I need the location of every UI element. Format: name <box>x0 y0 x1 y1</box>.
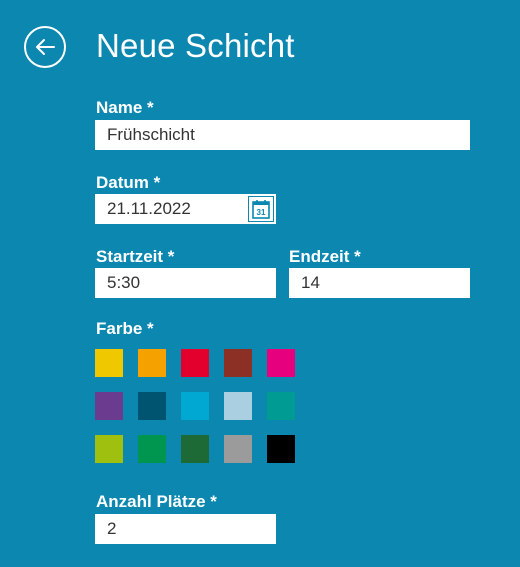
date-field[interactable] <box>95 194 245 224</box>
end-time-label: Endzeit * <box>289 247 361 266</box>
end-time-field[interactable] <box>289 268 470 298</box>
date-picker: 31 <box>95 194 276 224</box>
color-swatch[interactable] <box>224 349 252 377</box>
arrow-left-icon <box>36 39 55 55</box>
color-swatch[interactable] <box>138 435 166 463</box>
name-field[interactable] <box>95 120 470 150</box>
color-swatch[interactable] <box>267 392 295 420</box>
color-swatch[interactable] <box>224 392 252 420</box>
calendar-button[interactable]: 31 <box>248 196 274 222</box>
page-title: Neue Schicht <box>96 27 295 64</box>
seats-field[interactable] <box>95 514 276 544</box>
seats-label: Anzahl Plätze * <box>96 492 217 511</box>
calendar-icon: 31 <box>252 200 270 219</box>
start-time-field[interactable] <box>95 268 276 298</box>
color-swatch[interactable] <box>181 349 209 377</box>
color-swatch[interactable] <box>181 392 209 420</box>
color-swatch[interactable] <box>95 435 123 463</box>
color-label: Farbe * <box>96 319 154 338</box>
color-swatch[interactable] <box>267 435 295 463</box>
date-label: Datum * <box>96 173 161 192</box>
color-swatch[interactable] <box>224 435 252 463</box>
back-button[interactable] <box>24 26 66 68</box>
color-swatch[interactable] <box>267 349 295 377</box>
start-time-label: Startzeit * <box>96 247 175 266</box>
name-label: Name * <box>96 98 154 117</box>
calendar-day: 31 <box>257 208 266 217</box>
color-swatch[interactable] <box>138 392 166 420</box>
color-swatch[interactable] <box>95 392 123 420</box>
color-swatch[interactable] <box>95 349 123 377</box>
color-swatch[interactable] <box>181 435 209 463</box>
color-swatch[interactable] <box>138 349 166 377</box>
